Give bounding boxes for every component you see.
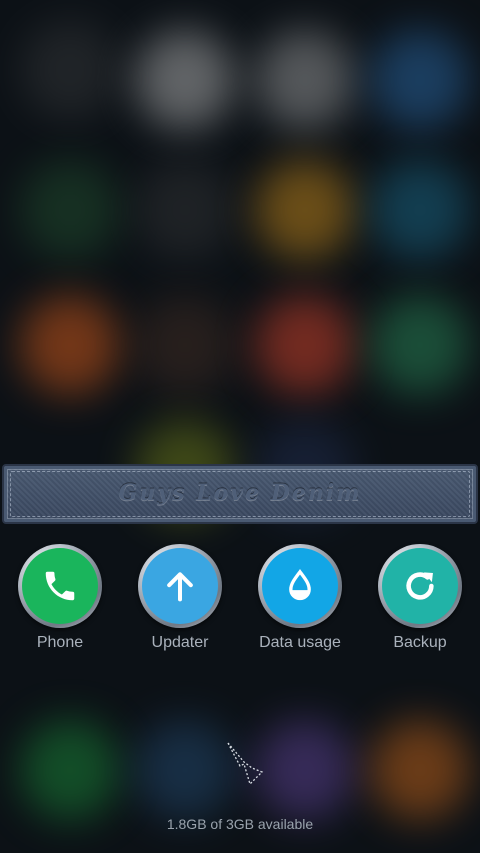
blurred-app-icon	[20, 160, 120, 260]
phone-icon	[22, 548, 98, 624]
app-icon-ring	[18, 544, 102, 628]
app-backup[interactable]: Backup	[365, 544, 475, 652]
blurred-app-grid-background	[0, 0, 480, 853]
blurred-app-icon	[20, 295, 120, 395]
memory-status: 1.8GB of 3GB available	[166, 816, 314, 832]
refresh-icon	[382, 548, 458, 624]
blurred-app-icon	[135, 720, 235, 820]
app-label: Data usage	[259, 634, 341, 651]
water-drop-icon	[262, 548, 338, 624]
blurred-app-icon	[255, 30, 355, 130]
blurred-app-icon	[370, 30, 470, 130]
blurred-app-icon	[255, 160, 355, 260]
blurred-app-icon	[135, 160, 235, 260]
blurred-app-icon	[370, 295, 470, 395]
app-label: Backup	[393, 634, 447, 651]
app-label: Updater	[151, 634, 209, 651]
app-icon-ring	[378, 544, 462, 628]
blurred-app-icon	[370, 160, 470, 260]
app-label: Phone	[36, 634, 84, 651]
app-icon-ring	[138, 544, 222, 628]
blurred-app-icon	[135, 295, 235, 395]
app-icon-ring	[258, 544, 342, 628]
blurred-app-icon	[255, 295, 355, 395]
blurred-app-icon	[135, 30, 235, 130]
banner-title: Guys Love Denim	[118, 480, 362, 506]
app-updater[interactable]: Updater	[125, 544, 235, 652]
app-phone[interactable]: Phone	[5, 544, 115, 652]
blurred-app-icon	[370, 720, 470, 820]
denim-banner: Guys Love Denim	[2, 464, 478, 524]
blurred-app-icon	[20, 720, 120, 820]
blurred-app-icon	[255, 720, 355, 820]
cursor-pointer-icon	[227, 742, 264, 786]
arrow-up-icon	[142, 548, 218, 624]
blurred-app-icon	[20, 20, 120, 120]
app-data-usage[interactable]: Data usage	[245, 544, 355, 652]
